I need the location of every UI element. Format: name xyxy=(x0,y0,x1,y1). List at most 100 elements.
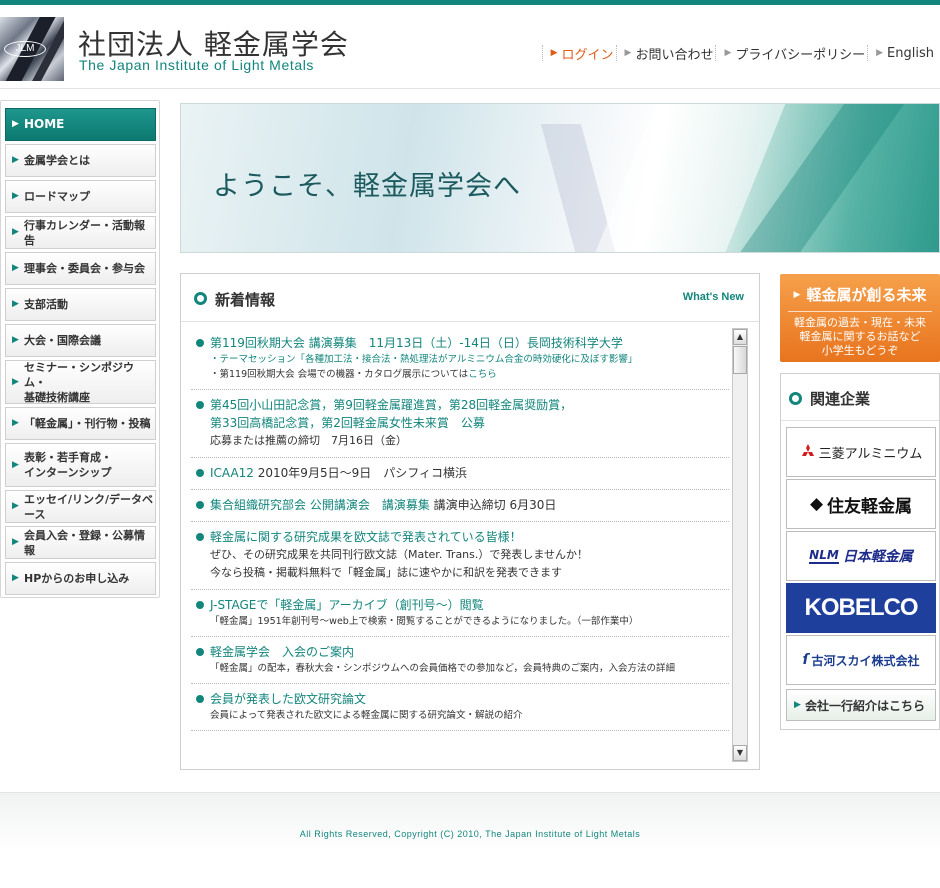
bullet-icon xyxy=(196,401,204,409)
company-intro-label: 会社一行紹介はこちら xyxy=(805,698,926,713)
news-item-detail: 「軽金属」の配本，春秋大会・シンポジウムへの会員価格での参加など，会員特典のご案… xyxy=(210,663,676,674)
news-item-detail: 「軽金属」1951年創刊号～web上で検索・閲覧することができるようになりました… xyxy=(210,616,639,627)
sidebar-item-home[interactable]: ▶ HOME xyxy=(5,108,156,141)
news-item-title[interactable]: 第45回小山田記念賞，第9回軽金属躍進賞，第28回軽金属奨励賞， xyxy=(210,396,729,414)
news-item-title[interactable]: ICAA12 xyxy=(210,466,254,480)
news-item-title[interactable]: 第119回秋期大会 講演募集 11月13日（土）-14日（日）長岡技術科学大学 xyxy=(210,334,729,352)
scroll-thumb[interactable] xyxy=(733,346,747,374)
contact-link[interactable]: ▶ お問い合わせ xyxy=(615,45,713,63)
sidebar-item-awards[interactable]: ▶ 表彰・若手育成・ インターンシップ xyxy=(5,443,156,487)
sidebar-item-label: 大会・国際会議 xyxy=(24,334,101,347)
news-scrollbar[interactable]: ▲ ▼ xyxy=(732,328,748,762)
news-item-title-rest: 2010年9月5日～9日 パシフィコ横浜 xyxy=(253,466,467,480)
sidebar-item-branches[interactable]: ▶ 支部活動 xyxy=(5,288,156,321)
news-title: 新着情報 xyxy=(215,291,276,309)
news-list[interactable]: 第119回秋期大会 講演募集 11月13日（土）-14日（日）長岡技術科学大学 … xyxy=(191,328,729,764)
circle-bullet-icon xyxy=(194,292,207,305)
sponsor-furukawa[interactable]: ſ 古河スカイ株式会社 xyxy=(786,635,936,685)
sidebar-item-seminars[interactable]: ▶ セミナー・シンポジウム・ 基礎技術講座 xyxy=(5,360,156,404)
sidebar-item-essays[interactable]: ▶ エッセイ/リンク/データベース xyxy=(5,490,156,523)
news-item-title[interactable]: 軽金属に関する研究成果を欧文誌で発表されている皆様！ xyxy=(210,528,729,546)
news-item-detail: 会員によって発表された欧文による軽金属に関する研究論文・解説の紹介 xyxy=(210,710,523,721)
copyright-text: All Rights Reserved, Copyright (C) 2010,… xyxy=(299,829,641,839)
news-item-title-rest: 講演申込締切 6月30日 xyxy=(429,498,557,512)
welcome-message: ようこそ、軽金属学会へ xyxy=(213,171,521,202)
english-link[interactable]: ▶ English xyxy=(867,45,934,61)
sponsor-sumitomo[interactable]: ◆ 住友軽金属 xyxy=(786,479,936,529)
sidebar-item-label: HOME xyxy=(24,117,65,131)
arrow-right-icon: ▶ xyxy=(12,299,19,309)
arrow-right-icon: ▶ xyxy=(793,289,801,300)
login-link[interactable]: ▶ ログイン xyxy=(541,45,614,63)
news-item-title-row: 集合組織研究部会 公開講演会 講演募集 講演申込締切 6月30日 xyxy=(210,496,729,514)
sidebar-item-board[interactable]: ▶ 理事会・委員会・参与会 xyxy=(5,252,156,285)
future-banner-line: 軽金属の過去・現在・未来 xyxy=(794,316,926,329)
logo-mark-text: JLM xyxy=(4,41,46,57)
sidebar-item-roadmap[interactable]: ▶ ロードマップ xyxy=(5,180,156,213)
sidebar-nav: ▶ HOME ▶ 金属学会とは ▶ ロードマップ ▶ 行事カレンダー・活動報告 ▶ 理事会… xyxy=(0,100,160,598)
sidebar-item-label: 表彰・若手育成・ インターンシップ xyxy=(24,450,112,480)
arrow-right-icon: ▶ xyxy=(12,335,19,345)
arrow-right-icon: ▶ xyxy=(12,418,19,428)
news-item-detail: 応募または推薦の締切 7月16日（金） xyxy=(210,434,407,447)
sidebar-item-applications[interactable]: ▶ HPからのお申し込み xyxy=(5,562,156,595)
sidebar-item-calendar[interactable]: ▶ 行事カレンダー・活動報告 xyxy=(5,216,156,249)
news-item-detail: ぜひ、その研究成果を共同刊行欧文誌（Mater. Trans.）で発表しませんか… xyxy=(210,548,589,561)
sidebar-item-publications[interactable]: ▶ 「軽金属」・刊行物・投稿 xyxy=(5,407,156,440)
sidebar-item-label-line1: セミナー・シンポジウム・ xyxy=(24,360,134,389)
sidebar-item-conferences[interactable]: ▶ 大会・国際会議 xyxy=(5,324,156,357)
welcome-banner: ようこそ、軽金属学会へ xyxy=(180,103,940,253)
news-item: 軽金属学会 入会のご案内 「軽金属」の配本，春秋大会・シンポジウムへの会員価格で… xyxy=(191,637,729,684)
future-banner[interactable]: ▶ 軽金属が創る未来 軽金属の過去・現在・未来 軽金属に関するお話など 小学生もど… xyxy=(780,274,940,362)
future-banner-title-text: 軽金属が創る未来 xyxy=(806,286,927,304)
sidebar-item-label-line2: インターンシップ xyxy=(24,466,112,479)
sidebar-item-membership[interactable]: ▶ 会員入会・登録・公募情報 xyxy=(5,526,156,559)
sidebar-item-label: 会員入会・登録・公募情報 xyxy=(24,528,145,557)
arrow-right-icon: ▶ xyxy=(12,155,19,165)
future-banner-title: ▶ 軽金属が創る未来 xyxy=(780,284,940,305)
news-item-detail: 今なら投稿・掲載料無料で「軽金属」誌に速やかに和訳を発表できます xyxy=(210,566,562,579)
site-header: JLM 社団法人 軽金属学会 The Japan Institute of Li… xyxy=(0,5,940,89)
news-item-detail-text: ・第119回秋期大会 会場での機器・カタログ展示については xyxy=(210,369,469,380)
whats-new-label: What's New xyxy=(682,291,744,303)
arrow-right-icon: ▶ xyxy=(12,501,19,511)
sidebar-item-label: 支部活動 xyxy=(24,298,68,311)
scroll-down-button[interactable]: ▼ xyxy=(733,745,747,761)
sidebar-item-label-line1: 表彰・若手育成・ xyxy=(24,451,112,464)
privacy-link[interactable]: ▶ プライバシーポリシー xyxy=(715,45,865,63)
arrow-right-icon: ▶ xyxy=(12,227,19,237)
org-name-en: The Japan Institute of Light Metals xyxy=(79,57,315,73)
bullet-icon xyxy=(196,469,204,477)
news-item-title[interactable]: 軽金属学会 入会のご案内 xyxy=(210,643,729,661)
news-item-title-row: ICAA12 2010年9月5日～9日 パシフィコ横浜 xyxy=(210,464,729,482)
bullet-icon xyxy=(196,601,204,609)
company-intro-button[interactable]: ▶ 会社一行紹介はこちら xyxy=(786,689,936,721)
sponsor-name: 日本軽金属 xyxy=(842,549,913,565)
news-item-title[interactable]: 会員が発表した欧文研究論文 xyxy=(210,690,729,708)
news-item-sublink[interactable]: ・テーマセッション「各種加工法・接合法・熱処理法がアルミニウム合金の時効硬化に及… xyxy=(210,352,729,367)
news-item-title[interactable]: J-STAGEで「軽金属」アーカイブ（創刊号～）閲覧 xyxy=(210,596,729,614)
logo-mark[interactable]: JLM xyxy=(0,17,64,81)
arrow-right-icon: ▶ xyxy=(12,191,19,201)
sponsor-nlm[interactable]: NLM 日本軽金属 xyxy=(786,531,936,581)
sidebar-item-label: ロードマップ xyxy=(24,190,90,203)
news-header: 新着情報 What's New xyxy=(181,274,759,322)
sponsor-kobelco[interactable]: KOBELCO xyxy=(786,583,936,633)
arrow-right-icon: ▶ xyxy=(12,573,19,583)
news-item-here-link[interactable]: こちら xyxy=(468,369,497,380)
divider xyxy=(788,311,932,312)
news-item: 会員が発表した欧文研究論文 会員によって発表された欧文による軽金属に関する研究論… xyxy=(191,684,729,731)
sponsor-mitsubishi[interactable]: 三菱アルミニウム xyxy=(786,427,936,477)
circle-bullet-icon xyxy=(789,392,802,405)
news-panel: 新着情報 What's New 第119回秋期大会 講演募集 11月13日（土）… xyxy=(180,273,760,770)
arrow-right-icon: ▶ xyxy=(12,376,19,387)
news-item: 第45回小山田記念賞，第9回軽金属躍進賞，第28回軽金属奨励賞， 第33回高橋記… xyxy=(191,390,729,458)
news-item: ICAA12 2010年9月5日～9日 パシフィコ横浜 xyxy=(191,458,729,490)
arrow-right-icon: ▶ xyxy=(624,48,632,58)
sidebar-item-about[interactable]: ▶ 金属学会とは xyxy=(5,144,156,177)
scroll-up-button[interactable]: ▲ xyxy=(733,329,747,345)
future-banner-line: 軽金属に関するお話など xyxy=(799,330,921,343)
arrow-right-icon: ▶ xyxy=(12,119,19,129)
news-item-title-line2[interactable]: 第33回高橋記念賞，第2回軽金属女性未来賞 公募 xyxy=(210,414,729,432)
news-item-title[interactable]: 集合組織研究部会 公開講演会 講演募集 xyxy=(210,498,430,512)
